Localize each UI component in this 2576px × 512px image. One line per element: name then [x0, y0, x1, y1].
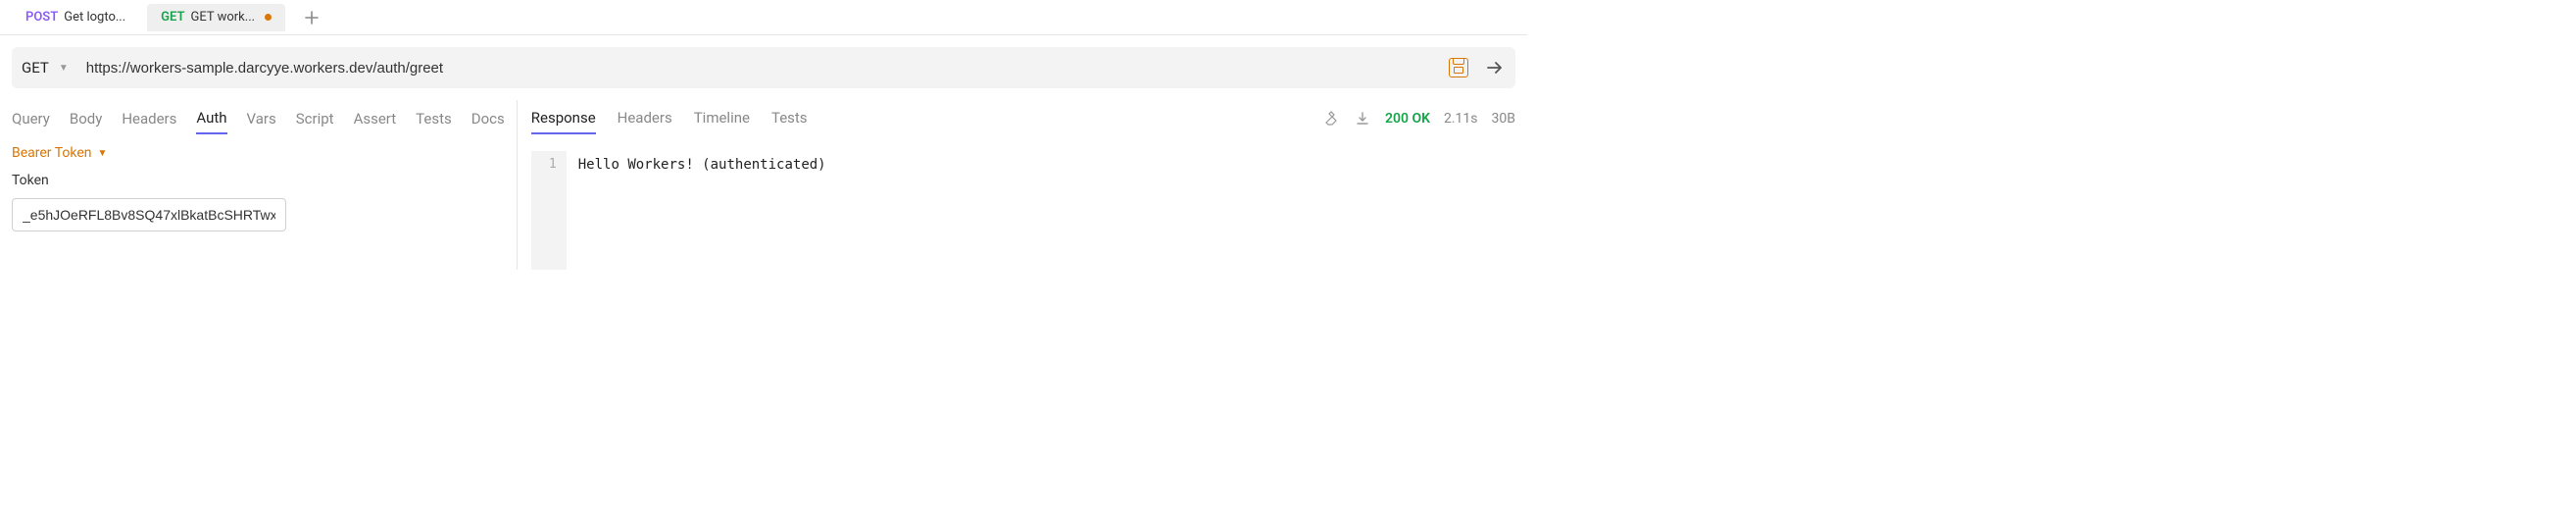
- tab-vars[interactable]: Vars: [247, 104, 276, 133]
- add-tab-button[interactable]: [299, 5, 324, 30]
- chevron-down-icon: ▼: [59, 63, 69, 74]
- token-label: Token: [12, 173, 505, 188]
- tab-docs[interactable]: Docs: [471, 104, 505, 133]
- tab-label: GET work...: [190, 10, 255, 25]
- auth-type-label: Bearer Token: [12, 145, 92, 161]
- tab-post-logto[interactable]: POST Get logto...: [12, 4, 139, 31]
- tab-assert[interactable]: Assert: [354, 104, 397, 133]
- clear-response-button[interactable]: [1322, 110, 1340, 128]
- tab-script[interactable]: Script: [296, 104, 334, 133]
- save-icon[interactable]: [1449, 58, 1468, 77]
- send-request-button[interactable]: [1484, 57, 1506, 78]
- tab-response-headers[interactable]: Headers: [618, 103, 672, 134]
- response-time: 2.11s: [1444, 111, 1478, 127]
- method-value: GET: [22, 59, 49, 77]
- tab-query[interactable]: Query: [12, 104, 50, 133]
- plus-icon: [305, 11, 319, 25]
- tab-body[interactable]: Body: [70, 104, 102, 133]
- token-input[interactable]: [12, 198, 286, 231]
- http-method-select[interactable]: GET ▼: [22, 59, 86, 77]
- tab-response[interactable]: Response: [531, 103, 596, 134]
- response-sub-tabs: Response Headers Timeline Tests: [531, 103, 808, 134]
- tab-auth[interactable]: Auth: [196, 103, 226, 134]
- response-meta: 200 OK 2.11s 30B: [1322, 110, 1515, 128]
- url-actions: [1449, 57, 1506, 78]
- download-response-button[interactable]: [1354, 110, 1371, 128]
- tab-method: POST: [25, 10, 58, 25]
- status-code: 200 OK: [1385, 111, 1430, 127]
- auth-type-select[interactable]: Bearer Token ▼: [12, 145, 505, 161]
- url-input[interactable]: [86, 60, 1449, 77]
- main-panels: Query Body Headers Auth Vars Script Asse…: [0, 100, 1527, 270]
- request-panel: Query Body Headers Auth Vars Script Asse…: [12, 100, 517, 270]
- response-header: Response Headers Timeline Tests 200 OK 2…: [531, 100, 1515, 137]
- tab-method: GET: [161, 10, 184, 25]
- line-gutter: 1: [531, 151, 567, 270]
- unsaved-indicator-icon: [265, 14, 272, 21]
- response-panel: Response Headers Timeline Tests 200 OK 2…: [517, 100, 1515, 270]
- url-bar: GET ▼: [12, 47, 1515, 88]
- response-text[interactable]: Hello Workers! (authenticated): [567, 151, 838, 270]
- tab-label: Get logto...: [64, 10, 125, 25]
- response-size: 30B: [1492, 111, 1515, 127]
- line-number: 1: [531, 157, 557, 172]
- tab-tests[interactable]: Tests: [416, 104, 452, 133]
- download-icon: [1355, 111, 1370, 127]
- tab-get-workers[interactable]: GET GET work...: [147, 4, 285, 31]
- tab-headers[interactable]: Headers: [122, 104, 176, 133]
- response-body: 1 Hello Workers! (authenticated): [531, 151, 1515, 270]
- eraser-icon: [1323, 111, 1339, 127]
- request-sub-tabs: Query Body Headers Auth Vars Script Asse…: [12, 100, 505, 137]
- tabs-bar: POST Get logto... GET GET work...: [0, 0, 1527, 35]
- tab-response-tests[interactable]: Tests: [771, 103, 808, 134]
- arrow-right-icon: [1485, 58, 1505, 77]
- chevron-down-icon: ▼: [98, 148, 108, 159]
- tab-timeline[interactable]: Timeline: [694, 103, 750, 134]
